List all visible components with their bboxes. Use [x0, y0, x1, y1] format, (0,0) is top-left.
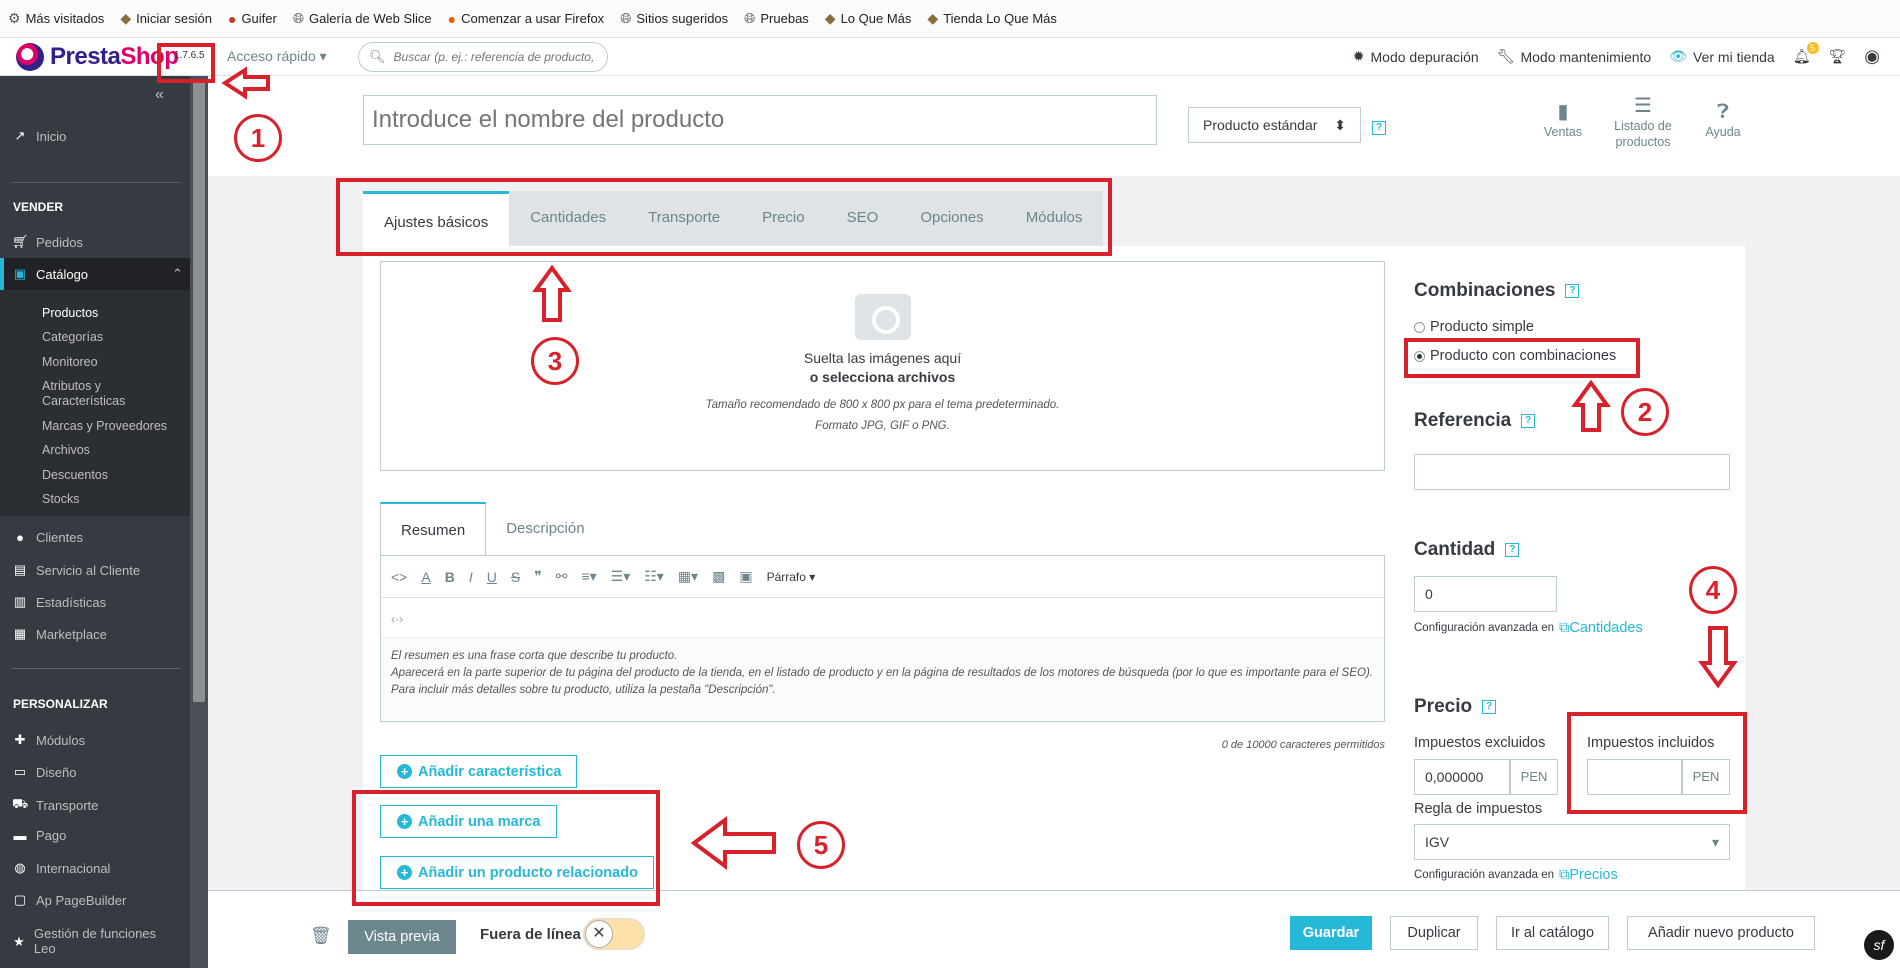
arrow-left-1 — [221, 66, 270, 100]
arrow-up-3 — [532, 264, 572, 322]
arrow-up-2 — [1571, 379, 1611, 432]
arrow-down-4 — [1698, 626, 1738, 689]
annotation-arrows — [221, 66, 1738, 870]
arrow-left-5 — [690, 816, 776, 870]
